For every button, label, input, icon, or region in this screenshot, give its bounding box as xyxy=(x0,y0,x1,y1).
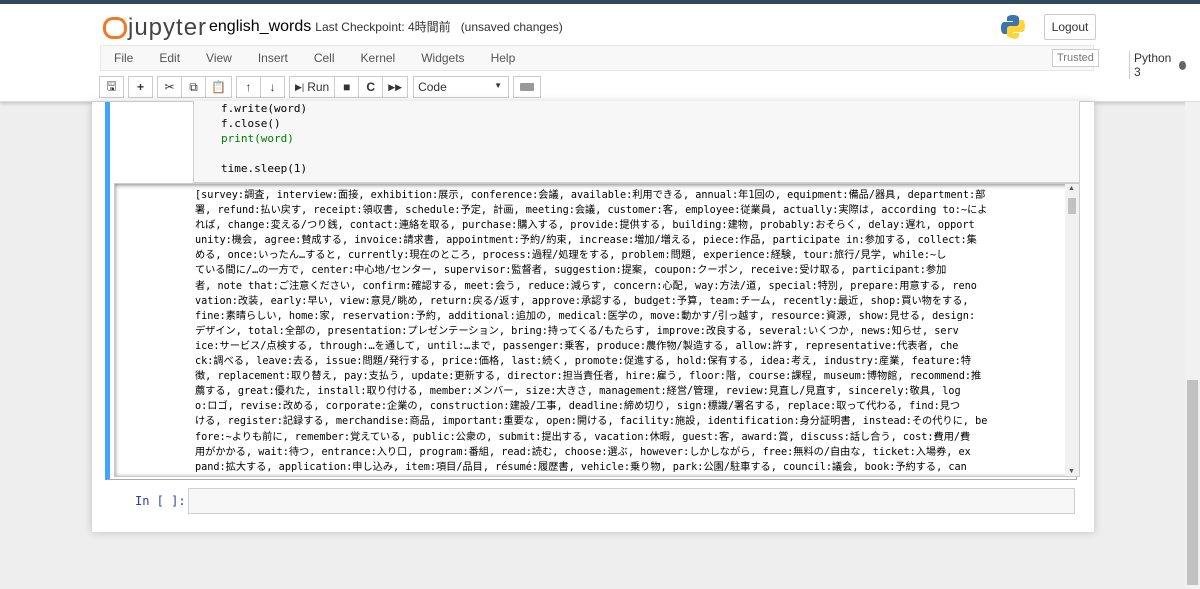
unsaved-status: (unsaved changes) xyxy=(460,20,563,34)
menu-widgets[interactable]: Widgets xyxy=(408,51,477,65)
caret-down-icon: ▼ xyxy=(494,81,503,90)
keyboard-icon xyxy=(520,83,535,91)
output-line: fore:~よりも前に, remember:覚えている, public:公衆の,… xyxy=(195,431,971,443)
cut-button[interactable]: ✂ xyxy=(157,76,182,98)
save-button[interactable]: 🖫 xyxy=(99,76,124,98)
output-line: ice:サービス/点検する, through:…を通して, until:…まで,… xyxy=(195,340,959,352)
menu-kernel[interactable]: Kernel xyxy=(348,51,409,65)
output-line: 署, refund:払い戻す, receipt:領収書, schedule:予定… xyxy=(195,205,988,217)
kernel-status-icon xyxy=(1178,60,1187,70)
output-line: [survey:調査, interview:面接, exhibition:展示,… xyxy=(195,190,986,201)
menu-help[interactable]: Help xyxy=(478,51,529,65)
page-scrollbar[interactable] xyxy=(1185,102,1200,589)
output-line: pand:拡大する, application:申し込み, item:項目/品目,… xyxy=(195,461,967,473)
cut-icon: ✂ xyxy=(164,80,175,94)
notebook-name[interactable]: english_words xyxy=(209,18,311,35)
stop-icon: ■ xyxy=(343,80,351,94)
code-editor-empty[interactable] xyxy=(188,488,1075,514)
code-line: f.close() xyxy=(221,117,281,130)
output-line: fine:素晴らしい, home:家, reservation:予約, addi… xyxy=(195,310,976,322)
output-line: ck:調べる, leave:去る, issue:問題/発行する, price:価… xyxy=(195,356,971,368)
code-line: f.write(word) xyxy=(221,102,308,115)
output-line: unity:機会, agree:賛成する, invoice:請求書, appoi… xyxy=(195,235,977,247)
paste-icon: 📋 xyxy=(211,80,226,94)
move-up-button[interactable]: ↑ xyxy=(235,76,261,98)
menu-insert[interactable]: Insert xyxy=(245,51,301,65)
output-line: れば, change:変える/つり銭, contact:連絡を取る, purch… xyxy=(195,220,975,232)
jupyter-logo-icon xyxy=(102,17,127,39)
insert-cell-button[interactable]: + xyxy=(128,76,153,98)
output-line: 者, note that:ご注意ください, confirm:確認する, meet… xyxy=(195,280,977,292)
output-line: デザイン, total:全部の, presentation:プレゼンテーション,… xyxy=(195,325,959,337)
python-logo-icon xyxy=(1001,15,1025,39)
copy-button[interactable]: ⧉ xyxy=(181,76,206,98)
notebook-container: f.write(word) f.close() print(word) time.sl… xyxy=(92,101,1094,532)
output-line: 徴, replacement:取り替え, pay:支払う, update:更新す… xyxy=(195,371,982,383)
output-line: ている間に/…の一方で, center:中心地/センター, supervisor… xyxy=(195,265,947,277)
run-label: Run xyxy=(307,80,330,94)
kernel-indicator: Python 3 xyxy=(1129,51,1187,79)
restart-button[interactable]: C xyxy=(358,76,384,98)
page-scroll-thumb[interactable] xyxy=(1187,380,1198,585)
restart-icon: C xyxy=(366,80,376,94)
menu-bar: File Edit View Insert Cell Kernel Widget… xyxy=(100,45,1187,79)
logout-button[interactable]: Logout xyxy=(1044,14,1096,40)
scroll-up-icon[interactable]: ▲ xyxy=(1068,185,1075,192)
output-scroll-thumb[interactable] xyxy=(1068,198,1076,214)
logo-text: jupyter xyxy=(128,14,208,41)
arrow-down-icon: ↓ xyxy=(269,80,276,94)
output-line: ける, register:記録する, merchandise:商品, impor… xyxy=(195,416,988,428)
arrow-up-icon: ↑ xyxy=(245,80,252,94)
command-palette-button[interactable] xyxy=(513,76,542,98)
trusted-badge[interactable]: Trusted xyxy=(1052,49,1099,67)
jupyter-logo[interactable]: jupyter xyxy=(102,14,207,42)
menu-cell[interactable]: Cell xyxy=(301,51,348,65)
menu-edit[interactable]: Edit xyxy=(146,51,193,65)
code-line: print(word) xyxy=(221,132,294,145)
output-text: [survey:調査, interview:面接, exhibition:展示,… xyxy=(195,188,1050,475)
output-line: 薦する, great:優れた, install:取り付ける, member:メン… xyxy=(195,386,961,398)
cell-type-value: Code xyxy=(418,80,447,94)
output-line: 用がかかる, wait:待つ, entrance:入り口, program:番組… xyxy=(195,446,971,458)
copy-icon: ⧉ xyxy=(189,79,198,94)
plus-icon: + xyxy=(136,80,144,94)
kernel-name: Python 3 xyxy=(1134,51,1172,79)
empty-code-cell[interactable]: In [ ]: xyxy=(105,486,1077,516)
stop-button[interactable]: ■ xyxy=(334,76,360,98)
cell-type-select[interactable]: Code ▼ xyxy=(413,76,510,98)
output-line: vation:改装, early:早い, view:意見/眺め, return:… xyxy=(195,295,969,307)
fast-forward-icon: ▶▶ xyxy=(388,81,403,92)
output-scrollbar[interactable]: ▲ ▼ xyxy=(1065,184,1079,476)
toolbar: 🖫 + ✂ ⧉ 📋 ↑ ↓ ▶| Run ■ C ▶▶ Code ▼ xyxy=(99,76,542,98)
code-cell-selected[interactable]: f.write(word) f.close() print(word) time.sl… xyxy=(105,101,1080,480)
checkpoint-status: Last Checkpoint: 4時間前 xyxy=(315,20,451,34)
code-line: time.sleep(1) xyxy=(221,162,308,175)
scroll-down-icon[interactable]: ▼ xyxy=(1068,468,1075,475)
restart-run-all-button[interactable]: ▶▶ xyxy=(382,76,409,98)
input-prompt: In [ ]: xyxy=(135,494,186,508)
paste-button[interactable]: 📋 xyxy=(205,76,232,98)
save-icon: 🖫 xyxy=(106,78,117,93)
run-icon: ▶| xyxy=(294,81,305,92)
output-line: める, once:いったん…すると, currently:現在のところ, pro… xyxy=(195,250,947,262)
menu-file[interactable]: File xyxy=(101,51,146,65)
move-down-button[interactable]: ↓ xyxy=(259,76,285,98)
menu-view[interactable]: View xyxy=(193,51,245,65)
run-button[interactable]: ▶| Run xyxy=(288,76,336,98)
code-editor[interactable]: f.write(word) f.close() print(word) time.sl… xyxy=(193,101,1080,183)
output-area: [survey:調査, interview:面接, exhibition:展示,… xyxy=(114,183,1080,477)
output-line: o:ロゴ, revise:改める, corporate:企業の, constru… xyxy=(195,401,961,413)
